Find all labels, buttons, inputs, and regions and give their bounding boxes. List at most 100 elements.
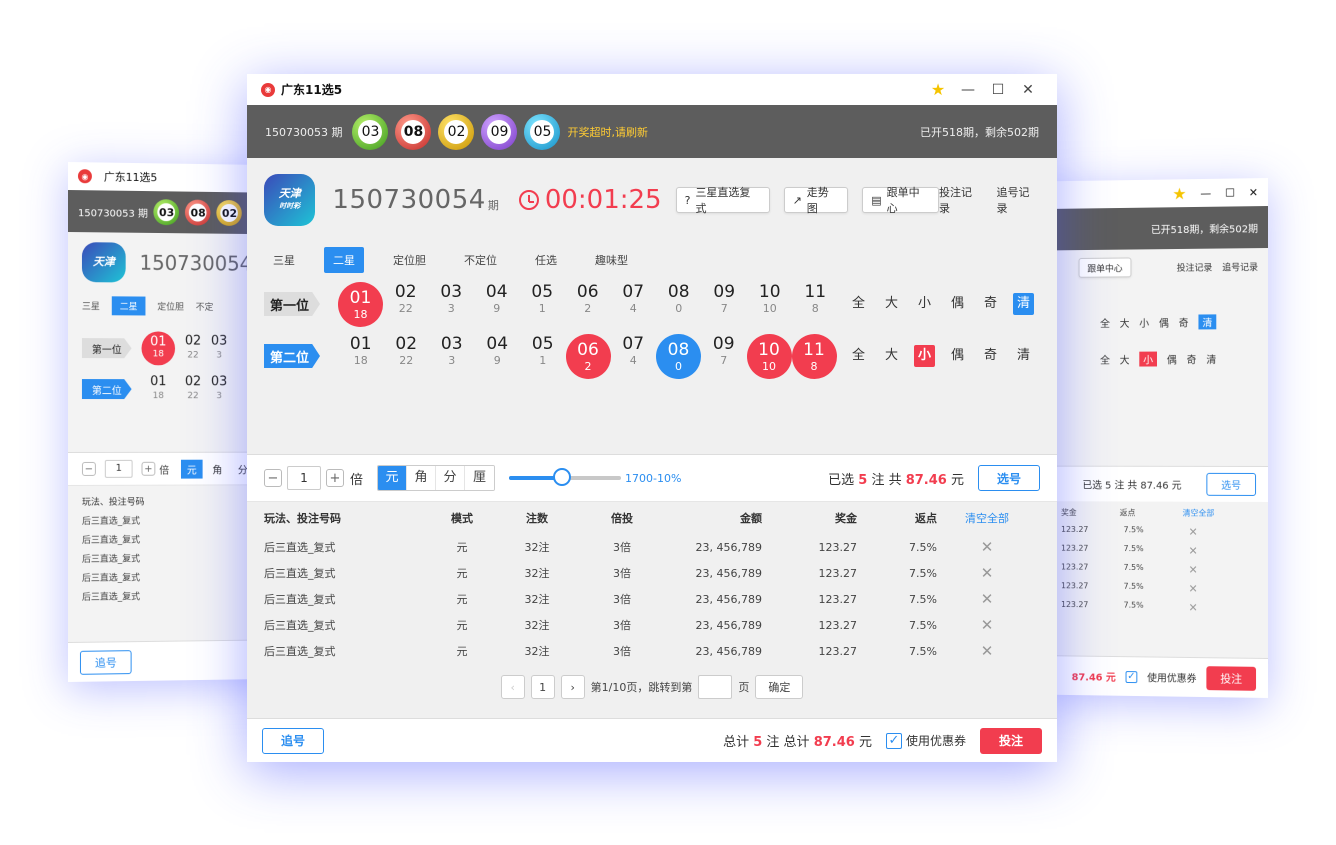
tab-two-star[interactable]: 二星: [324, 247, 364, 273]
chase-record-link[interactable]: 追号记录: [997, 184, 1041, 216]
number-ball[interactable]: 07 4: [611, 334, 657, 379]
plus-button[interactable]: +: [142, 462, 156, 476]
filter-big[interactable]: 大: [875, 345, 908, 367]
bet-record-link[interactable]: 投注记录: [1177, 260, 1213, 273]
follow-center-button[interactable]: 跟单中心: [1079, 257, 1132, 277]
close-icon[interactable]: ✕: [1013, 82, 1043, 98]
number-ball[interactable]: 02 22: [384, 334, 430, 379]
tab-active[interactable]: 二星: [112, 296, 146, 315]
number-ball[interactable]: 03 3: [211, 335, 227, 363]
filter-big[interactable]: 大: [875, 293, 908, 315]
filter-small[interactable]: 小: [908, 293, 941, 315]
filter-odd[interactable]: 奇: [974, 293, 1007, 315]
number-ball[interactable]: 06 2: [566, 334, 611, 379]
tab-any[interactable]: 任选: [526, 247, 566, 273]
delete-icon[interactable]: ✕: [1189, 545, 1198, 564]
filter-all[interactable]: 全: [842, 345, 875, 367]
favorite-star-icon[interactable]: ★: [923, 80, 953, 99]
slider-knob[interactable]: [553, 468, 571, 486]
star-icon[interactable]: ★: [1172, 184, 1186, 203]
number-ball[interactable]: 01 18: [142, 375, 176, 403]
number-ball[interactable]: 08 0: [656, 334, 701, 379]
filter-big[interactable]: 大: [1120, 352, 1130, 367]
delete-icon[interactable]: ✕: [1189, 601, 1198, 620]
follow-center-button[interactable]: ▤ 跟单中心: [862, 187, 939, 213]
tab[interactable]: 定位胆: [157, 300, 184, 313]
prev-page-button[interactable]: ‹: [501, 675, 525, 699]
number-ball[interactable]: 01 18: [338, 334, 384, 379]
number-ball[interactable]: 04 9: [475, 334, 521, 379]
number-ball[interactable]: 04 9: [474, 282, 520, 327]
unit-jiao[interactable]: 角: [207, 459, 229, 478]
unit-jiao[interactable]: 角: [407, 466, 436, 490]
filter-all[interactable]: 全: [1100, 315, 1110, 330]
tab-unpositioned[interactable]: 不定位: [455, 247, 506, 273]
unit-yuan[interactable]: 元: [181, 459, 203, 478]
number-ball[interactable]: 10 10: [747, 334, 792, 379]
filter-clear[interactable]: 清: [1013, 293, 1034, 315]
number-ball[interactable]: 09 7: [701, 334, 747, 379]
jump-confirm-button[interactable]: 确定: [755, 675, 803, 699]
number-ball-selected[interactable]: 01 18: [142, 331, 176, 365]
filter-odd[interactable]: 奇: [974, 345, 1007, 367]
delete-icon[interactable]: ✕: [937, 564, 1037, 582]
tab[interactable]: 三星: [82, 299, 100, 312]
number-ball[interactable]: 02 22: [185, 335, 201, 363]
filter-odd[interactable]: 奇: [1187, 351, 1197, 366]
filter-big[interactable]: 大: [1120, 315, 1130, 330]
number-ball[interactable]: 01 18: [338, 282, 383, 327]
number-ball[interactable]: 09 7: [702, 282, 748, 327]
coupon-checkbox[interactable]: ✓: [886, 733, 902, 749]
number-ball[interactable]: 07 4: [611, 282, 657, 327]
number-ball[interactable]: 06 2: [565, 282, 611, 327]
filter-even[interactable]: 偶: [1159, 315, 1169, 330]
page-number[interactable]: 1: [531, 675, 555, 699]
number-ball[interactable]: 02 22: [383, 282, 429, 327]
next-page-button[interactable]: ›: [561, 675, 585, 699]
filter-small[interactable]: 小: [1139, 315, 1149, 330]
filter-all[interactable]: 全: [1100, 352, 1110, 367]
number-ball[interactable]: 03 3: [429, 334, 475, 379]
chase-button[interactable]: 追号: [262, 728, 324, 754]
delete-icon[interactable]: ✕: [937, 616, 1037, 634]
filter-clear[interactable]: 清: [1206, 351, 1216, 366]
number-ball[interactable]: 03 3: [429, 282, 475, 327]
minus-button[interactable]: −: [82, 462, 96, 476]
select-button[interactable]: 选号: [1206, 473, 1256, 496]
number-ball[interactable]: 10 10: [747, 282, 793, 327]
filter-even[interactable]: 偶: [941, 345, 974, 367]
clear-all-link[interactable]: 清空全部: [937, 510, 1037, 526]
number-ball[interactable]: 11 8: [792, 334, 837, 379]
filter-small[interactable]: 小: [1139, 352, 1157, 367]
tab-three-star[interactable]: 三星: [264, 247, 304, 273]
plus-button[interactable]: +: [326, 469, 344, 487]
delete-icon[interactable]: ✕: [1189, 582, 1198, 601]
bet-record-link[interactable]: 投注记录: [939, 184, 983, 216]
tab[interactable]: 不定: [196, 300, 214, 313]
coupon-checkbox[interactable]: ✓: [1126, 671, 1138, 683]
delete-icon[interactable]: ✕: [937, 590, 1037, 608]
number-ball[interactable]: 11 8: [793, 282, 839, 327]
minimize-icon[interactable]: —: [953, 82, 983, 98]
jump-page-input[interactable]: [698, 675, 732, 699]
number-ball[interactable]: 02 22: [185, 375, 201, 403]
number-ball[interactable]: 08 0: [656, 282, 702, 327]
filter-small[interactable]: 小: [914, 345, 935, 367]
tab-fun[interactable]: 趣味型: [586, 247, 637, 273]
delete-icon[interactable]: ✕: [1189, 526, 1198, 545]
maximize-icon[interactable]: ☐: [1225, 186, 1235, 199]
delete-icon[interactable]: ✕: [1189, 563, 1198, 582]
select-button[interactable]: 选号: [978, 465, 1040, 491]
filter-clear[interactable]: 清: [1007, 345, 1040, 367]
delete-icon[interactable]: ✕: [937, 538, 1037, 556]
play-help-button[interactable]: ? 三星直选复式: [676, 187, 770, 213]
close-icon[interactable]: ✕: [1249, 186, 1258, 199]
chase-button[interactable]: 追号: [80, 650, 132, 675]
number-ball[interactable]: 05 1: [520, 282, 566, 327]
filter-all[interactable]: 全: [842, 293, 875, 315]
unit-li[interactable]: 厘: [465, 466, 494, 490]
filter-even[interactable]: 偶: [941, 293, 974, 315]
chase-record-link[interactable]: 追号记录: [1222, 260, 1258, 273]
bet-button[interactable]: 投注: [1206, 666, 1256, 691]
tab-position[interactable]: 定位胆: [384, 247, 435, 273]
